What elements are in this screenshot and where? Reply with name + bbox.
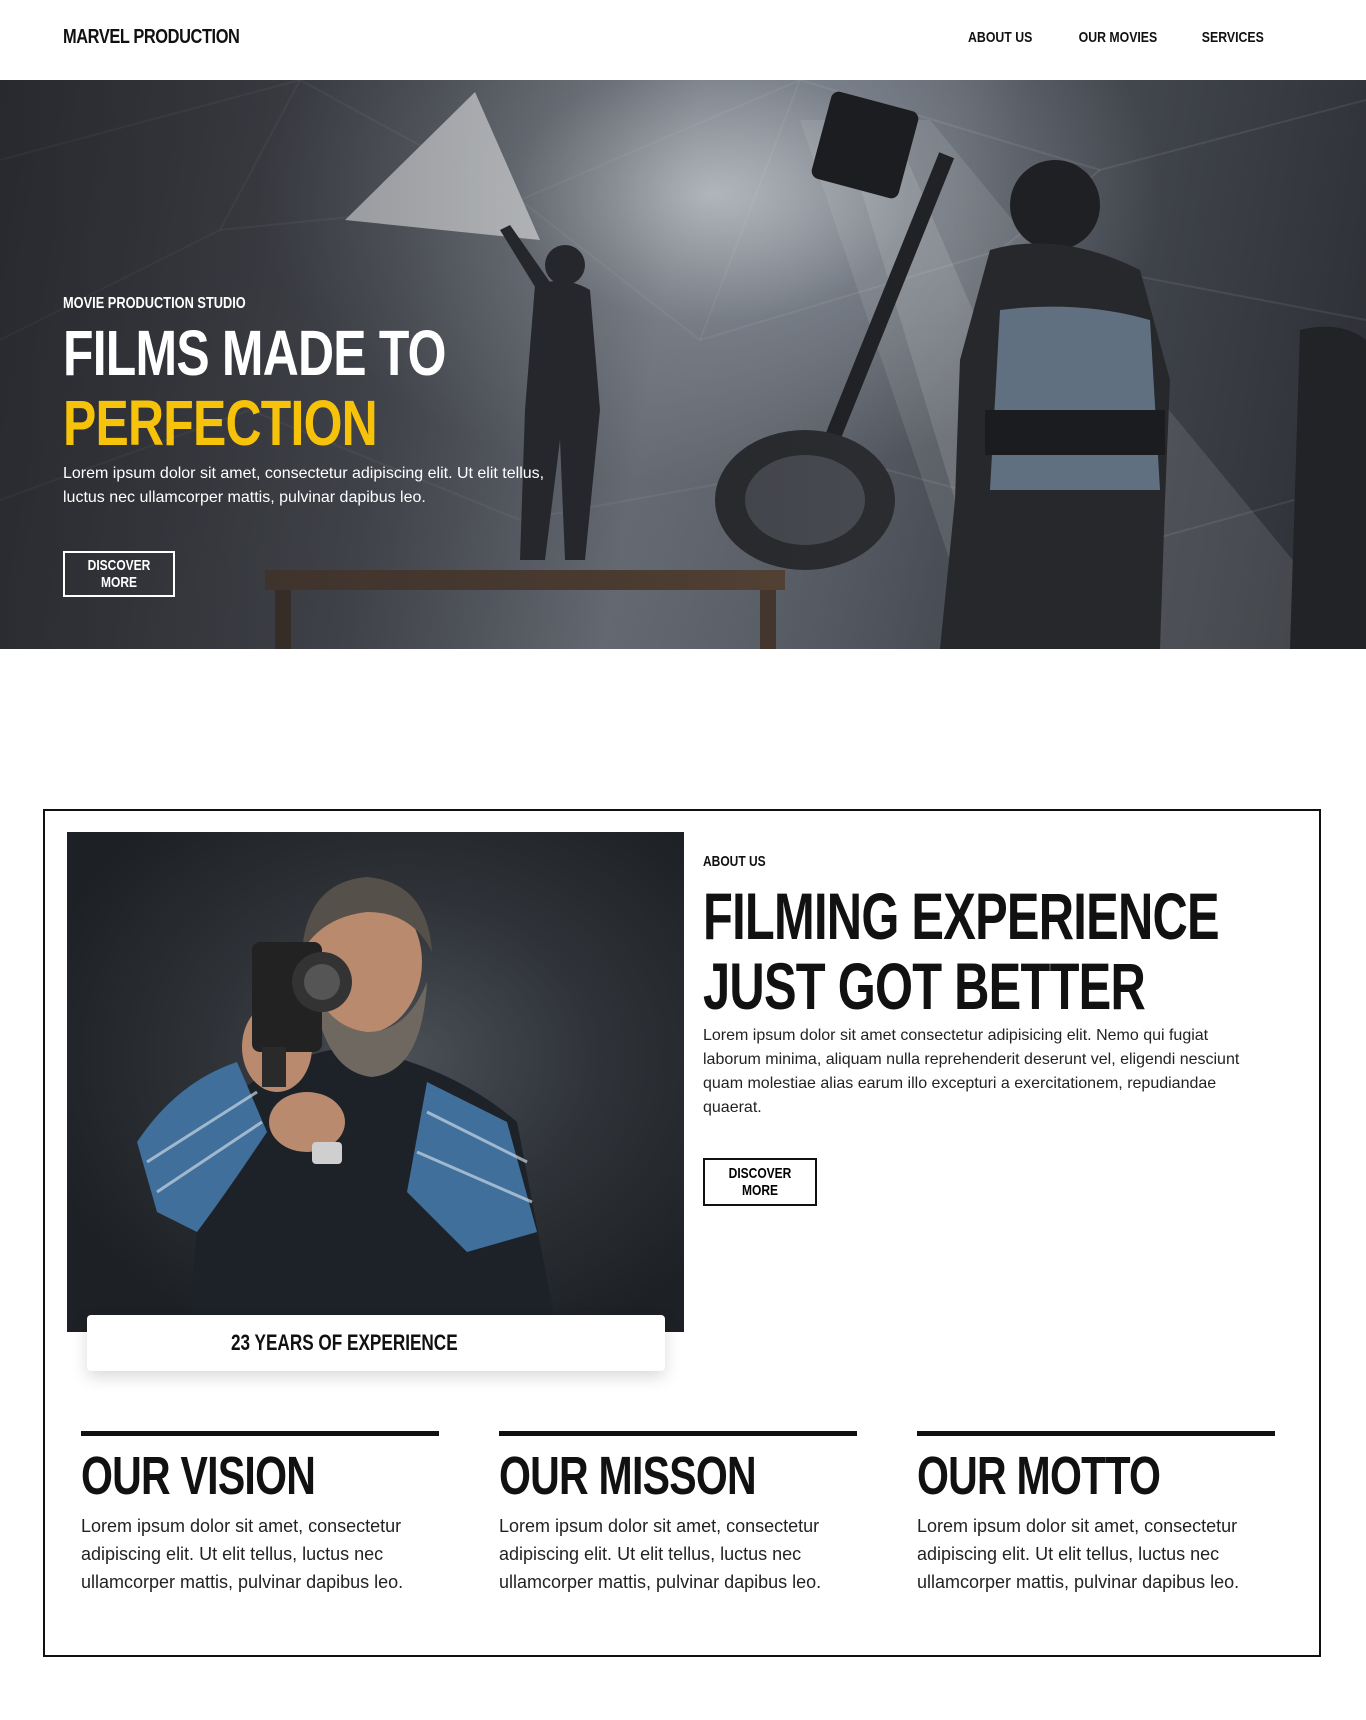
vision-column: OUR VISION Lorem ipsum dolor sit amet, c… bbox=[81, 1431, 439, 1614]
about-description: Lorem ipsum dolor sit amet consectetur a… bbox=[703, 1027, 1240, 1116]
vision-divider bbox=[81, 1431, 439, 1436]
about-title-line-1: FILMING EXPERIENCE bbox=[703, 879, 1220, 953]
vision-title: OUR VISION bbox=[81, 1446, 316, 1506]
mission-text: Lorem ipsum dolor sit amet, consectetur … bbox=[499, 1516, 822, 1592]
cameraman-illustration bbox=[137, 877, 557, 1332]
nav-link-our-movies[interactable]: OUR MOVIES bbox=[1078, 29, 1157, 46]
hero-section: MOVIE PRODUCTION STUDIO FILMS MADE TO PE… bbox=[0, 80, 1366, 649]
mission-divider bbox=[499, 1431, 857, 1436]
hero-discover-more-button[interactable]: DISCOVER MORE bbox=[63, 551, 175, 597]
motto-text: Lorem ipsum dolor sit amet, consectetur … bbox=[917, 1516, 1240, 1592]
motto-divider bbox=[917, 1431, 1275, 1436]
hero-discover-more-label: DISCOVER MORE bbox=[87, 557, 151, 591]
mission-title: OUR MISSON bbox=[499, 1446, 757, 1506]
top-navigation: MARVEL PRODUCTION ABOUT US OUR MOVIES SE… bbox=[0, 0, 1366, 80]
experience-badge: 23 YEARS OF EXPERIENCE bbox=[87, 1315, 665, 1371]
cameraman-photo bbox=[67, 832, 684, 1332]
about-discover-more-label: DISCOVER MORE bbox=[728, 1165, 792, 1199]
about-discover-more-button[interactable]: DISCOVER MORE bbox=[703, 1158, 817, 1206]
hero-eyebrow: MOVIE PRODUCTION STUDIO bbox=[63, 295, 246, 312]
hero-title-line-1: FILMS MADE TO bbox=[63, 317, 447, 389]
about-eyebrow: ABOUT US bbox=[703, 853, 766, 870]
about-section: 23 YEARS OF EXPERIENCE ABOUT US FILMING … bbox=[43, 809, 1321, 1657]
motto-title: OUR MOTTO bbox=[917, 1446, 1161, 1506]
about-title-line-2: JUST GOT BETTER bbox=[703, 949, 1146, 1023]
nav-link-about-us[interactable]: ABOUT US bbox=[968, 29, 1032, 46]
brand-logo[interactable]: MARVEL PRODUCTION bbox=[63, 26, 240, 49]
mission-column: OUR MISSON Lorem ipsum dolor sit amet, c… bbox=[499, 1431, 857, 1614]
nav-link-services[interactable]: SERVICES bbox=[1202, 29, 1264, 46]
hero-title-line-2: PERFECTION bbox=[63, 387, 378, 459]
nav-links: ABOUT US OUR MOVIES SERVICES bbox=[961, 29, 1271, 46]
vision-text: Lorem ipsum dolor sit amet, consectetur … bbox=[81, 1516, 404, 1592]
motto-column: OUR MOTTO Lorem ipsum dolor sit amet, co… bbox=[917, 1431, 1275, 1614]
hero-description: Lorem ipsum dolor sit amet, consectetur … bbox=[63, 465, 545, 506]
experience-badge-label: 23 YEARS OF EXPERIENCE bbox=[230, 1330, 458, 1355]
